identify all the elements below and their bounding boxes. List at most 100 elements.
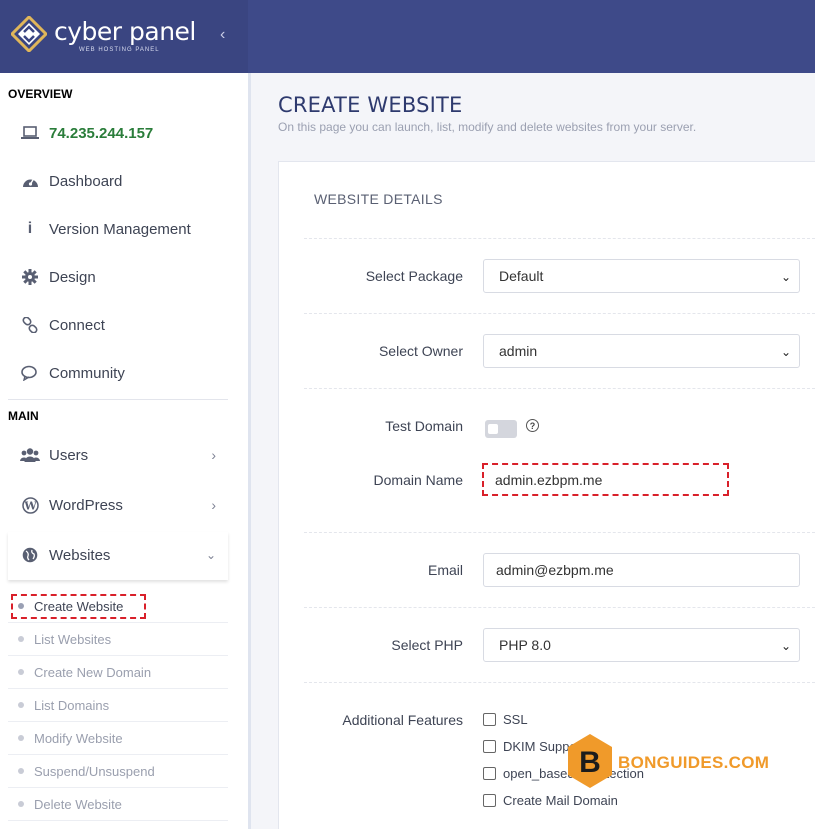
submenu-label: Create New Domain — [34, 664, 152, 680]
comments-icon — [18, 364, 42, 382]
ssl-checkbox-row[interactable]: SSL — [483, 712, 528, 727]
sidebar-item-community[interactable]: Community — [8, 353, 228, 393]
watermark-text: BONGUIDES.COM — [618, 753, 770, 772]
submenu-item-create-new-domain[interactable]: Create New Domain — [8, 656, 228, 689]
bullet-icon — [18, 801, 24, 807]
sidebar-item-websites[interactable]: Websites ⌄ — [8, 535, 228, 575]
open-basedir-checkbox[interactable] — [483, 767, 496, 780]
sidebar-edge — [248, 73, 251, 829]
chevron-left-icon[interactable]: ‹ — [220, 26, 225, 44]
ssl-checkbox[interactable] — [483, 713, 496, 726]
chevron-down-icon: ⌄ — [205, 548, 216, 562]
email-value: admin@ezbpm.me — [496, 562, 614, 578]
submenu-label: List Websites — [34, 631, 112, 647]
top-bar — [248, 0, 815, 73]
submenu-label: Suspend/Unsuspend — [34, 763, 155, 779]
test-domain-toggle[interactable] — [485, 420, 517, 438]
sidebar-item-label: Users — [49, 446, 89, 464]
users-icon — [18, 446, 42, 464]
sidebar-item-design[interactable]: Design — [8, 257, 228, 297]
sidebar-header: cyber panel WEB HOSTING PANEL ‹ — [0, 0, 248, 73]
package-select[interactable]: Default ⌄ — [483, 259, 800, 293]
sidebar-item-label: Dashboard — [49, 172, 123, 190]
websites-submenu: Create Website List Websites Create New … — [8, 590, 228, 821]
sidebar-item-label: Connect — [49, 316, 105, 334]
owner-label: Select Owner — [378, 343, 463, 359]
bullet-icon — [18, 603, 24, 609]
server-ip: 74.235.244.157 — [49, 124, 154, 142]
submenu-item-list-websites[interactable]: List Websites — [8, 623, 228, 656]
sidebar-item-label: WordPress — [49, 496, 123, 514]
form-divider — [304, 238, 815, 239]
form-divider — [304, 682, 815, 683]
domain-name-label: Domain Name — [373, 472, 463, 488]
additional-features-label: Additional Features — [342, 712, 463, 728]
chevron-right-icon: › — [211, 497, 216, 513]
domain-name-input[interactable]: admin.ezbpm.me — [483, 463, 800, 497]
chevron-right-icon: › — [211, 447, 216, 463]
chevron-down-icon: ⌄ — [780, 270, 791, 284]
page-title: CREATE WEBSITE — [278, 93, 463, 117]
card-title: WEBSITE DETAILS — [314, 191, 443, 207]
bullet-icon — [18, 669, 24, 675]
bonguides-logo-icon: B — [568, 734, 612, 788]
form-divider — [304, 532, 815, 533]
globe-icon — [18, 546, 42, 564]
section-overview: OVERVIEW — [8, 87, 73, 101]
submenu-item-list-domains[interactable]: List Domains — [8, 689, 228, 722]
mail-domain-checkbox-row[interactable]: Create Mail Domain — [483, 793, 618, 808]
bonguides-watermark: B BONGUIDES.COM — [566, 733, 770, 793]
dashboard-icon — [18, 172, 42, 190]
dkim-checkbox[interactable] — [483, 740, 496, 753]
form-divider — [304, 607, 815, 608]
checkbox-label: Create Mail Domain — [503, 793, 618, 808]
brand-tagline: WEB HOSTING PANEL — [79, 47, 160, 53]
sidebar-divider — [8, 399, 228, 400]
php-value: PHP 8.0 — [499, 637, 551, 653]
brand-name: cyber panel — [54, 17, 196, 46]
sidebar-item-label: Version Management — [49, 220, 191, 238]
laptop-icon — [18, 124, 42, 142]
sidebar-item-wordpress[interactable]: W WordPress › — [8, 485, 228, 525]
sidebar-item-version-management[interactable]: i Version Management — [8, 209, 228, 249]
submenu-label: Delete Website — [34, 796, 122, 812]
cyberpanel-logo-icon — [11, 16, 47, 52]
sidebar-item-users[interactable]: Users › — [8, 435, 228, 475]
chevron-down-icon: ⌄ — [780, 639, 791, 653]
submenu-label: Create Website — [34, 598, 124, 614]
php-select[interactable]: PHP 8.0 ⌄ — [483, 628, 800, 662]
link-icon — [18, 316, 42, 334]
bullet-icon — [18, 768, 24, 774]
info-icon: i — [27, 220, 33, 237]
bullet-icon — [18, 636, 24, 642]
domain-name-value: admin.ezbpm.me — [495, 472, 603, 488]
owner-select[interactable]: admin ⌄ — [483, 334, 800, 368]
email-input[interactable]: admin@ezbpm.me — [483, 553, 800, 587]
package-value: Default — [499, 268, 544, 284]
submenu-label: Modify Website — [34, 730, 123, 746]
bullet-icon — [18, 702, 24, 708]
sidebar-item-server-ip[interactable]: 74.235.244.157 — [8, 113, 228, 153]
package-label: Select Package — [365, 268, 463, 284]
sidebar-item-label: Websites — [49, 546, 111, 564]
submenu-item-create-website[interactable]: Create Website — [8, 590, 228, 623]
sidebar-item-connect[interactable]: Connect — [8, 305, 228, 345]
chevron-down-icon: ⌄ — [780, 345, 791, 359]
form-divider — [304, 313, 815, 314]
bullet-icon — [18, 735, 24, 741]
sidebar: cyber panel WEB HOSTING PANEL ‹ OVERVIEW… — [0, 0, 248, 829]
email-label: Email — [427, 562, 463, 578]
help-icon[interactable]: ? — [526, 419, 539, 432]
sidebar-item-dashboard[interactable]: Dashboard — [8, 161, 228, 201]
submenu-item-delete-website[interactable]: Delete Website — [8, 788, 228, 821]
owner-value: admin — [499, 343, 538, 359]
sidebar-item-label: Design — [49, 268, 96, 286]
submenu-item-modify-website[interactable]: Modify Website — [8, 722, 228, 755]
submenu-item-suspend-unsuspend[interactable]: Suspend/Unsuspend — [8, 755, 228, 788]
svg-text:B: B — [579, 746, 601, 779]
submenu-label: List Domains — [34, 697, 110, 713]
wordpress-icon: W — [18, 496, 42, 514]
page-description: On this page you can launch, list, modif… — [278, 120, 697, 134]
php-label: Select PHP — [391, 637, 463, 653]
mail-domain-checkbox[interactable] — [483, 794, 496, 807]
